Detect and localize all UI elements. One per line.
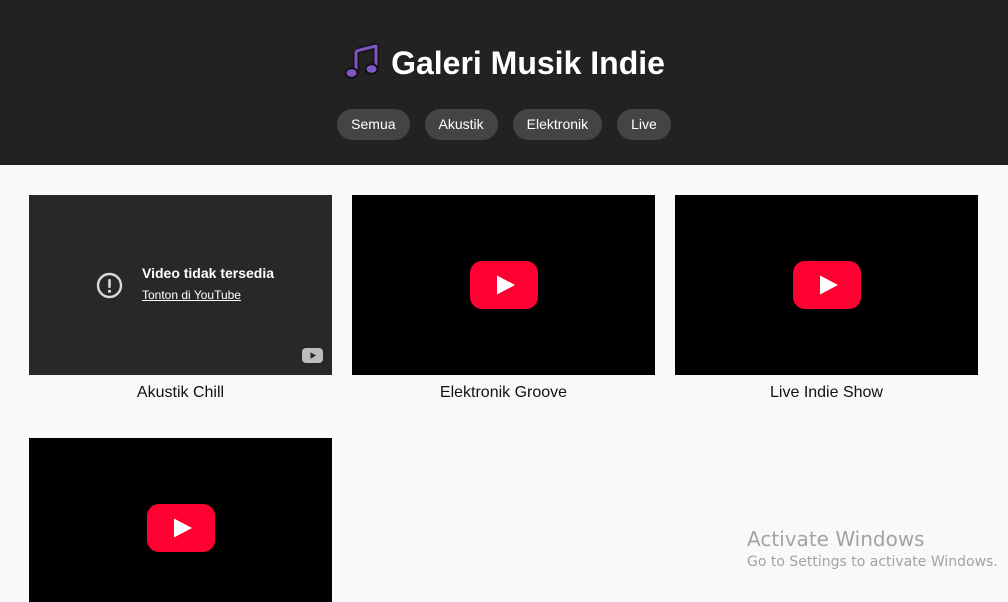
video-embed[interactable] — [352, 195, 655, 375]
filter-all-button[interactable]: Semua — [337, 109, 410, 140]
youtube-play-button-icon[interactable] — [147, 504, 215, 552]
filter-bar: Semua Akustik Elektronik Live — [0, 109, 1008, 140]
musical-notes-icon — [344, 43, 380, 79]
video-error-title: Video tidak tersedia — [142, 265, 275, 281]
page-title-text: Galeri Musik Indie — [391, 45, 665, 81]
video-card: Video tidak tersedia Tonton di YouTube A… — [29, 195, 332, 402]
video-embed[interactable] — [675, 195, 978, 375]
filter-electronic-button[interactable]: Elektronik — [512, 109, 603, 140]
alert-circle-icon — [96, 272, 123, 299]
video-card — [29, 438, 332, 602]
watermark-title: Activate Windows — [747, 527, 925, 551]
filter-live-button[interactable]: Live — [617, 109, 671, 140]
windows-activation-watermark: Activate Windows Go to Settings to activ… — [747, 528, 998, 572]
video-card: Elektronik Groove — [352, 195, 655, 402]
video-embed-unavailable: Video tidak tersedia Tonton di YouTube — [29, 195, 332, 375]
video-card: Live Indie Show — [675, 195, 978, 402]
video-title: Live Indie Show — [770, 384, 883, 401]
youtube-play-button-icon[interactable] — [793, 261, 861, 309]
watch-on-youtube-link[interactable]: Tonton di YouTube — [142, 288, 241, 302]
youtube-play-button-icon[interactable] — [470, 261, 538, 309]
site-header: Galeri Musik Indie Semua Akustik Elektro… — [0, 0, 1008, 165]
page-title: Galeri Musik Indie — [0, 42, 1008, 83]
youtube-logo-icon[interactable] — [302, 348, 323, 363]
video-title: Elektronik Groove — [439, 384, 568, 401]
filter-acoustic-button[interactable]: Akustik — [424, 109, 498, 140]
video-embed[interactable] — [29, 438, 332, 602]
watermark-subtitle: Go to Settings to activate Windows. — [747, 554, 998, 570]
video-title: Akustik Chill — [136, 384, 225, 401]
